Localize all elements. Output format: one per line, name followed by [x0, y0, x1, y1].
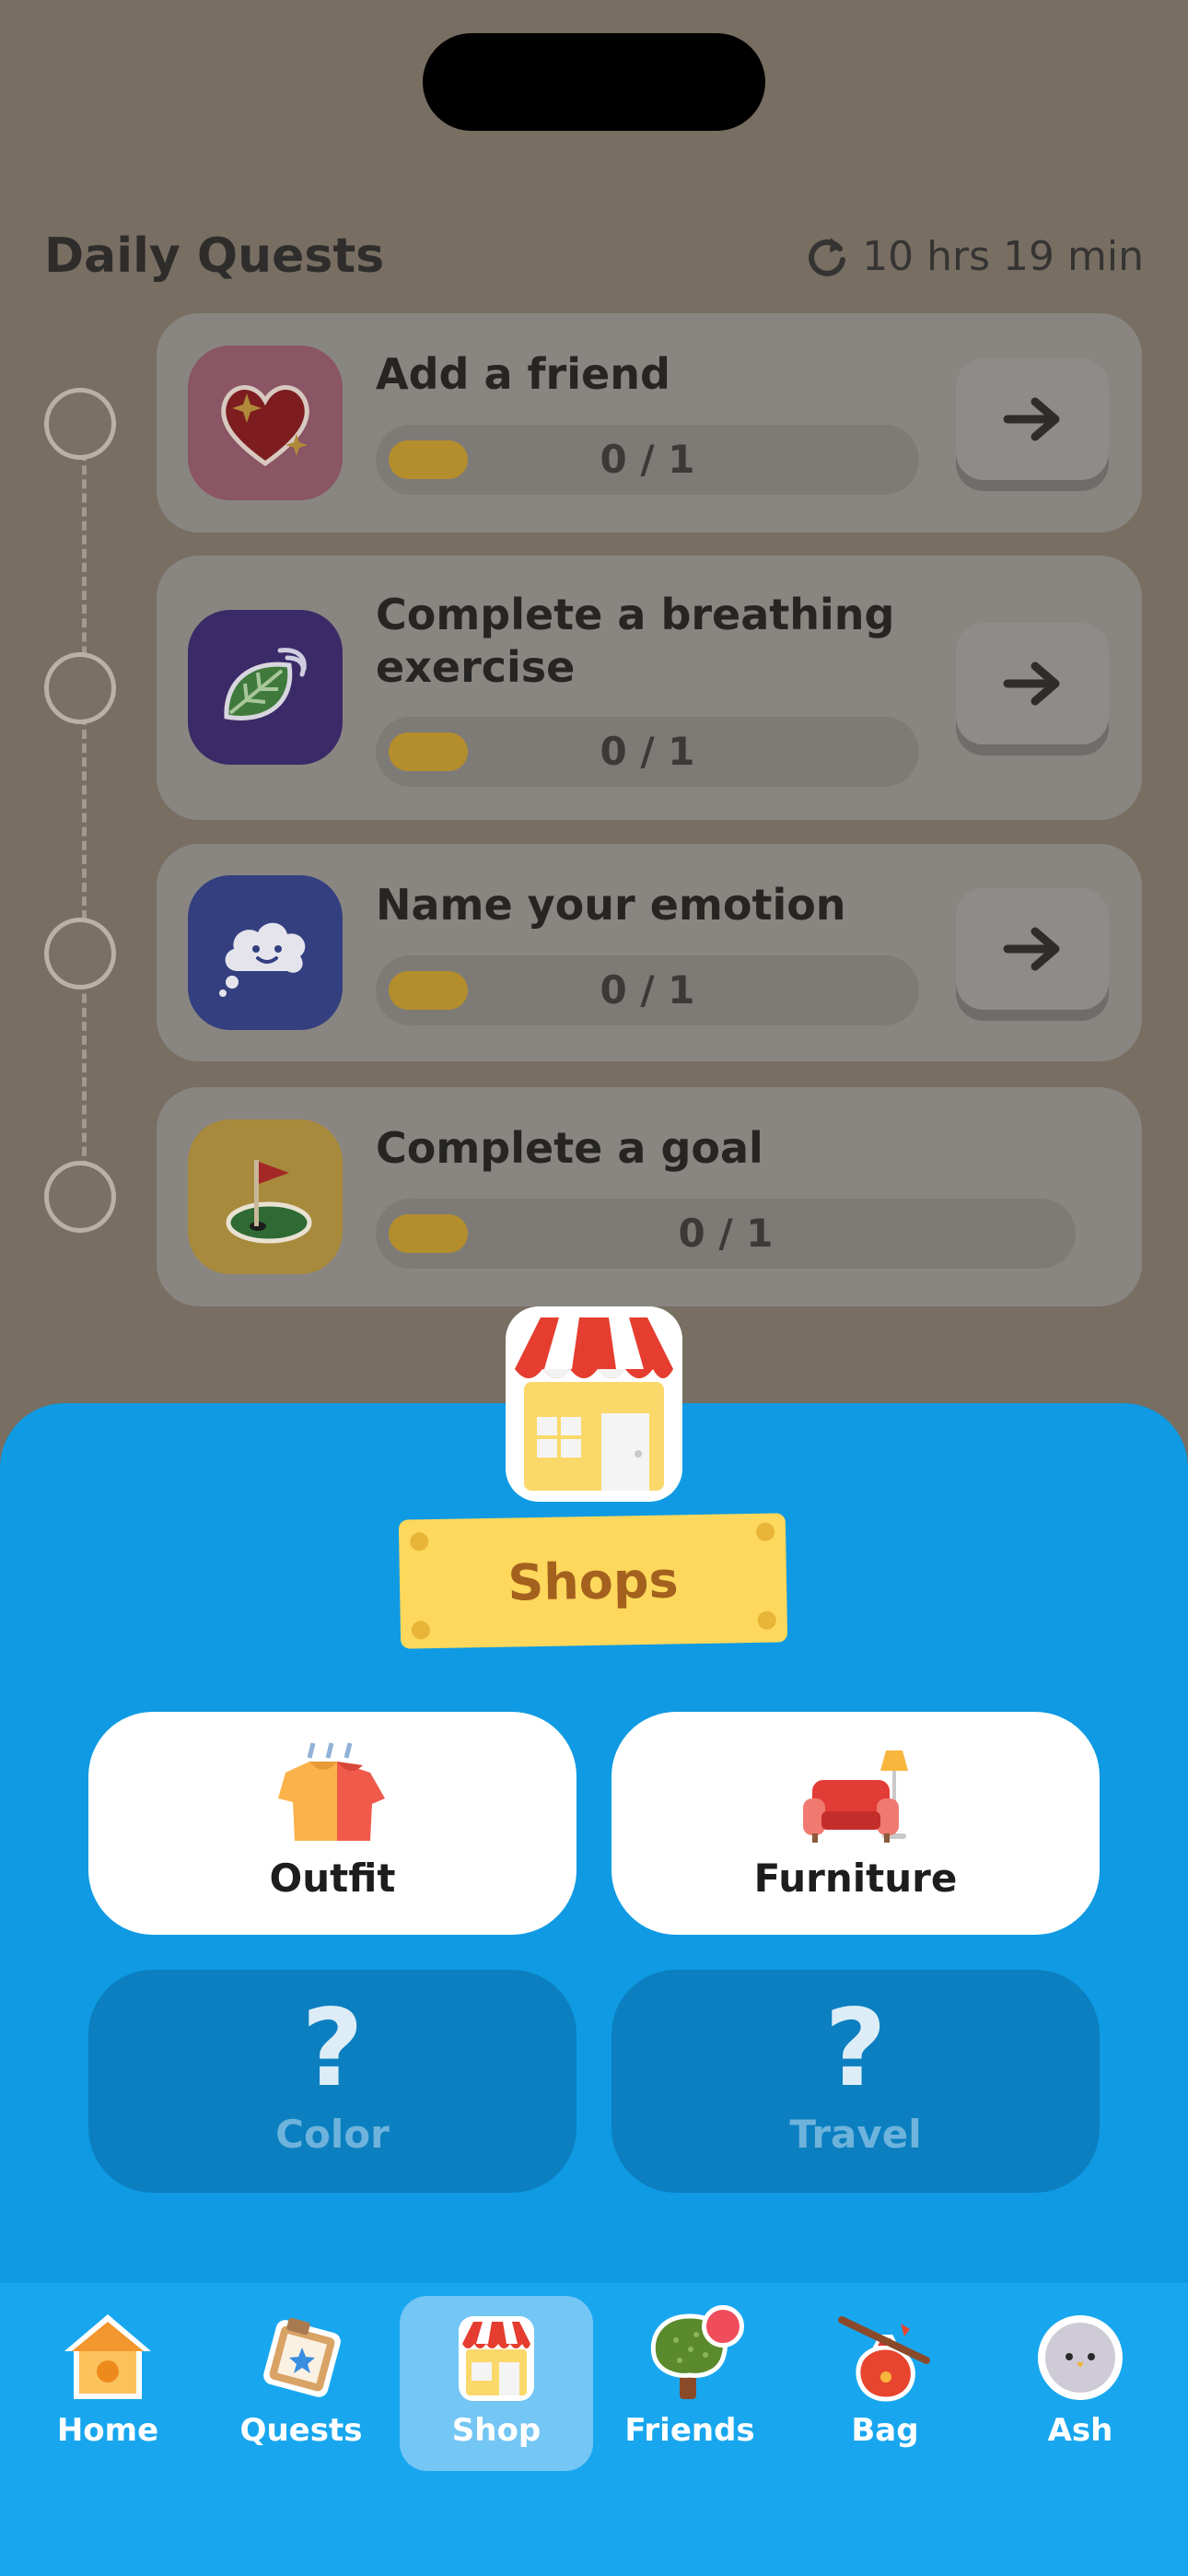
timer-text: 10 hrs 19 min: [862, 232, 1144, 280]
shop-tile-label: Outfit: [269, 1856, 396, 1901]
shop-tile-label: Furniture: [753, 1856, 958, 1901]
app-screen: Daily Quests 10 hrs 19 min Add a friend …: [0, 0, 1188, 2576]
quest-progress-text: 0 / 1: [600, 437, 695, 482]
tab-quests[interactable]: Quests: [204, 2296, 398, 2471]
quest-node: [44, 652, 116, 724]
rivet: [755, 1522, 775, 1541]
shop-tile-travel-locked[interactable]: ? Travel: [611, 1970, 1100, 2193]
tab-label: Quests: [239, 2412, 363, 2449]
bottom-tab-bar: Home Quests Shop Friends Bag Ash: [0, 2283, 1188, 2576]
quest-go-button[interactable]: [956, 623, 1109, 744]
quest-title: Add a friend: [376, 349, 670, 399]
tab-label: Ash: [1047, 2412, 1113, 2449]
tab-home[interactable]: Home: [11, 2296, 204, 2471]
tab-ash[interactable]: Ash: [984, 2296, 1177, 2471]
question-mark-icon: ?: [301, 1986, 364, 2111]
quest-progress-text: 0 / 1: [600, 967, 695, 1013]
quest-node: [44, 1161, 116, 1233]
shop-tile-outfit[interactable]: Outfit: [88, 1712, 577, 1935]
quest-card-add-friend[interactable]: Add a friend 0 / 1: [157, 313, 1142, 533]
quest-node: [44, 918, 116, 989]
daily-quests-title: Daily Quests: [44, 228, 385, 284]
quest-title: Name your emotion: [376, 880, 846, 930]
shop-icon: [459, 2316, 534, 2401]
heart-sparkle-icon: [188, 345, 343, 500]
cloud-face-icon: [188, 875, 343, 1030]
shop-tile-color-locked[interactable]: ? Color: [88, 1970, 577, 2193]
quest-progress-text: 0 / 1: [600, 729, 695, 774]
rivet: [410, 1532, 429, 1551]
quest-progress-bar: 0 / 1: [376, 955, 919, 1025]
shops-title: Shops: [507, 1550, 680, 1612]
shop-tile-label: Color: [275, 2112, 390, 2157]
shop-icon: [506, 1306, 682, 1502]
tab-bag[interactable]: Bag: [788, 2296, 982, 2471]
quest-title: Complete a breathing exercise: [376, 590, 895, 692]
bag-icon: [838, 2316, 930, 2402]
birdhouse-icon: [64, 2314, 151, 2399]
quest-card-breathing[interactable]: Complete a breathing exercise 0 / 1: [157, 556, 1142, 820]
quest-card-complete-goal[interactable]: Complete a goal 0 / 1: [157, 1087, 1142, 1306]
tab-label: Home: [56, 2412, 159, 2449]
quest-node: [44, 388, 116, 460]
shop-tile-furniture[interactable]: Furniture: [611, 1712, 1100, 1935]
quest-progress-text: 0 / 1: [678, 1211, 774, 1256]
bird-avatar-icon: [1038, 2315, 1123, 2400]
quest-progress-bar: 0 / 1: [376, 717, 919, 787]
shop-tile-label: Travel: [789, 2112, 922, 2157]
quest-timeline: [82, 424, 87, 1198]
tab-label: Friends: [624, 2412, 755, 2449]
quest-progress-bar: 0 / 1: [376, 1199, 1076, 1269]
quest-go-button[interactable]: [956, 358, 1109, 480]
arrow-right-icon: [1003, 662, 1060, 706]
furniture-icon: [803, 1751, 908, 1843]
golf-flag-icon: [188, 1119, 343, 1274]
tab-label: Shop: [451, 2412, 542, 2449]
rivet: [757, 1610, 776, 1630]
refresh-icon: [809, 238, 846, 276]
dynamic-island: [423, 33, 765, 131]
rivet: [411, 1621, 431, 1640]
quest-board-icon: [263, 2317, 341, 2397]
quest-progress-bar: 0 / 1: [376, 425, 919, 495]
outfit-icon: [278, 1742, 385, 1841]
tab-friends[interactable]: Friends: [593, 2296, 786, 2471]
notification-badge: [702, 2305, 744, 2348]
arrow-right-icon: [1003, 927, 1060, 971]
quest-card-name-emotion[interactable]: Name your emotion 0 / 1: [157, 844, 1142, 1061]
quest-go-button[interactable]: [956, 888, 1109, 1010]
leaf-wind-icon: [188, 610, 343, 765]
tab-label: Bag: [851, 2412, 919, 2449]
quest-title: Complete a goal: [376, 1123, 763, 1173]
shops-title-sign: Shops: [398, 1513, 788, 1649]
tab-shop[interactable]: Shop: [400, 2296, 593, 2471]
question-mark-icon: ?: [824, 1986, 887, 2111]
quest-reset-timer: 10 hrs 19 min: [805, 232, 1144, 280]
arrow-right-icon: [1003, 397, 1060, 441]
